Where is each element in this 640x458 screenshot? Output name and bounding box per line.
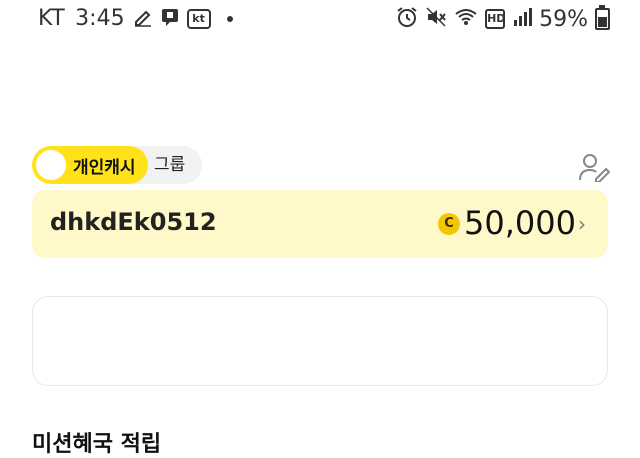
personal-cash-tab[interactable]: 개인캐시 xyxy=(32,146,148,184)
section-title: 미션혜국 적립 xyxy=(32,432,162,457)
battery-icon xyxy=(595,5,610,30)
clock: 3:45 xyxy=(75,6,125,31)
wifi-icon xyxy=(454,7,478,31)
alarm-icon xyxy=(396,6,418,32)
carrier-label: KT xyxy=(38,6,66,31)
cash-type-toggle: 개인캐시 그룹 xyxy=(32,146,202,184)
hd-icon: HD xyxy=(485,9,505,29)
battery-percent: 59% xyxy=(539,6,588,32)
cash-amount: 50,000 xyxy=(464,204,576,242)
signal-icon xyxy=(512,7,533,31)
status-bar-left: KT 3:45 kt xyxy=(38,6,233,31)
chat-icon xyxy=(161,8,179,30)
pencil-icon xyxy=(133,7,153,31)
empty-card xyxy=(32,296,608,386)
kt-icon: kt xyxy=(186,8,211,29)
cash-username: dhkdEk0512 xyxy=(50,208,217,236)
cash-balance-card[interactable]: dhkdEk0512 C 50,000 › xyxy=(32,190,608,258)
status-bar-right: HD 59% xyxy=(396,5,610,32)
edit-profile-icon[interactable] xyxy=(578,152,611,183)
toggle-knob xyxy=(36,150,66,180)
status-bar: KT 3:45 kt HD 59% xyxy=(0,0,640,38)
mute-icon xyxy=(425,6,447,32)
chevron-right-icon: › xyxy=(578,212,586,236)
personal-cash-label: 개인캐시 xyxy=(73,157,136,178)
notification-dot-icon xyxy=(226,15,233,22)
group-tab[interactable]: 그룹 xyxy=(154,146,185,184)
coin-icon: C xyxy=(438,213,460,235)
